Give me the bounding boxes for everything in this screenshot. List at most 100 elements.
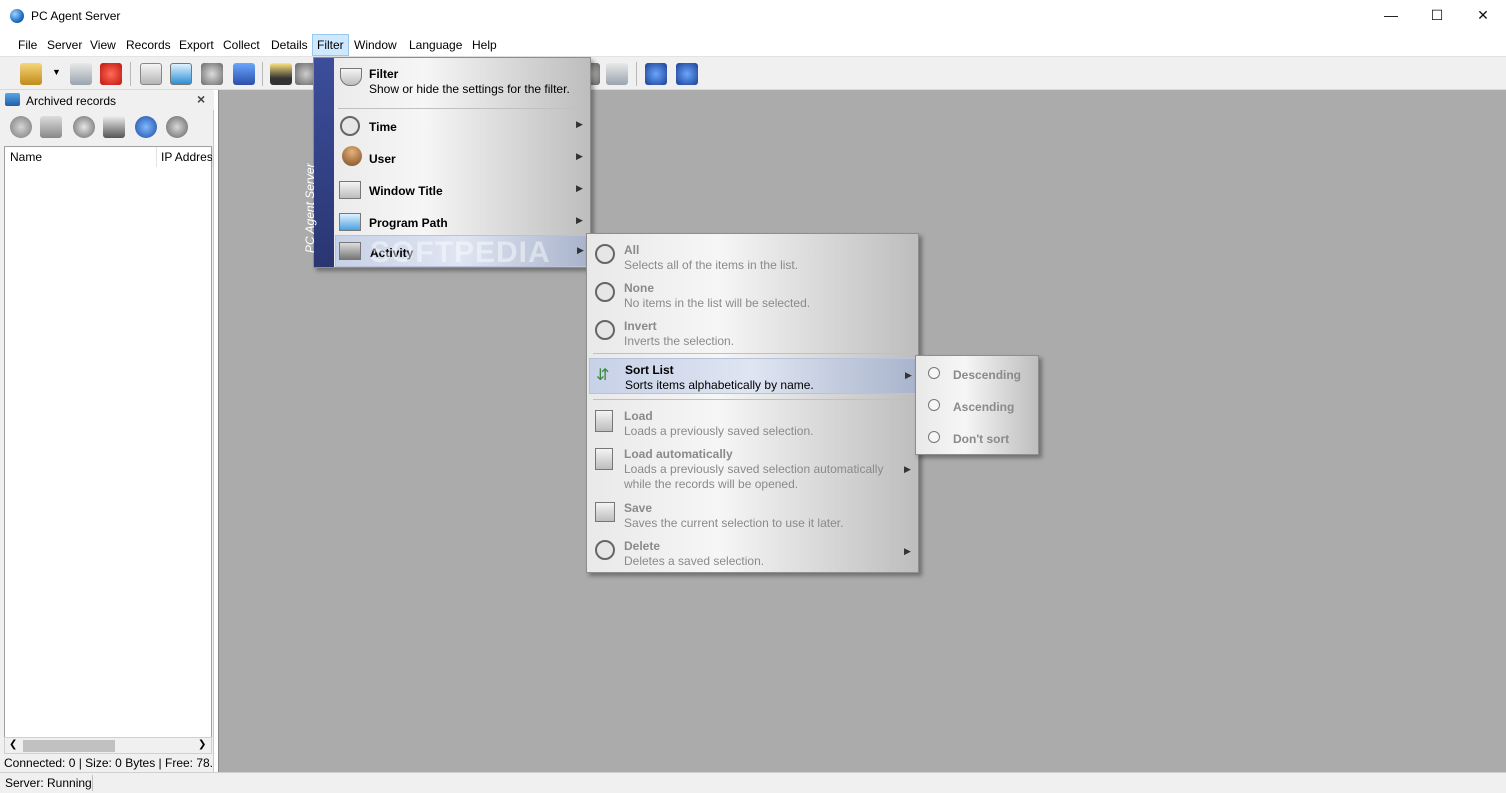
- scroll-left-icon[interactable]: ❮: [9, 739, 17, 750]
- submenu-arrow-icon: ▶: [576, 183, 583, 193]
- server-window-icon[interactable]: [70, 63, 92, 85]
- watermark: SOFTPEDIA: [370, 236, 551, 269]
- help-icon[interactable]: [645, 63, 667, 85]
- power-icon[interactable]: [100, 63, 122, 85]
- column-name[interactable]: Name: [5, 147, 157, 167]
- menu-language[interactable]: Language: [405, 34, 466, 56]
- activity-icon: [339, 242, 361, 260]
- menu-item-filter[interactable]: Filter Show or hide the settings for the…: [314, 62, 590, 100]
- submenu-arrow-icon: ▶: [576, 119, 583, 129]
- menu-item-invert[interactable]: Invert Inverts the selection.: [587, 314, 918, 350]
- none-icon: [595, 282, 615, 302]
- panel-header: Archived records ×: [0, 90, 214, 110]
- menu-server[interactable]: Server: [43, 34, 86, 56]
- menu-details[interactable]: Details: [267, 34, 312, 56]
- invert-icon: [595, 320, 615, 340]
- main-toolbar: ▼: [0, 56, 1506, 90]
- open-folder-icon[interactable]: [20, 63, 42, 85]
- app-icon: [10, 9, 24, 23]
- menu-window[interactable]: Window: [350, 34, 401, 56]
- sort-submenu: Descending Ascending Don't sort: [915, 355, 1039, 455]
- radio-ascending[interactable]: [928, 399, 940, 411]
- load-auto-icon: [595, 448, 613, 470]
- maximize-button[interactable]: ☐: [1414, 0, 1460, 30]
- activity-submenu: All Selects all of the items in the list…: [586, 233, 919, 573]
- info-icon[interactable]: [676, 63, 698, 85]
- window-icon[interactable]: [170, 63, 192, 85]
- settings-icon[interactable]: [166, 116, 188, 138]
- door-icon[interactable]: [40, 116, 62, 138]
- menu-item-descending[interactable]: Descending: [916, 360, 1038, 390]
- panel-close-icon[interactable]: ×: [197, 91, 205, 107]
- delete-icon: [595, 540, 615, 560]
- records-list[interactable]: Name IP Address: [4, 146, 213, 738]
- menu-help[interactable]: Help: [468, 34, 501, 56]
- cancel-icon[interactable]: [73, 116, 95, 138]
- edit-icon[interactable]: [233, 63, 255, 85]
- menu-separator: [593, 399, 915, 400]
- check-icon: [595, 244, 615, 264]
- gear-icon[interactable]: [201, 63, 223, 85]
- menu-item-user[interactable]: User ▶: [314, 142, 590, 174]
- status-divider: [92, 775, 93, 791]
- submenu-arrow-icon: ▶: [905, 370, 912, 380]
- menu-view[interactable]: View: [86, 34, 120, 56]
- menu-item-window-title[interactable]: Window Title ▶: [314, 174, 590, 206]
- load-icon: [595, 410, 613, 432]
- toolbar-separator: [636, 62, 637, 86]
- menu-separator: [593, 353, 915, 354]
- menu-collect[interactable]: Collect: [219, 34, 264, 56]
- funnel-icon: [340, 68, 362, 86]
- clock-icon: [340, 116, 360, 136]
- menu-item-sort-list[interactable]: ⇵ Sort List Sorts items alphabetically b…: [589, 358, 916, 394]
- program-icon: [339, 213, 361, 231]
- submenu-arrow-icon: ▶: [904, 546, 911, 556]
- window-icon: [339, 181, 361, 199]
- title-bar: PC Agent Server — ☐ ✕: [0, 0, 1506, 32]
- play-icon[interactable]: [140, 63, 162, 85]
- menu-item-ascending[interactable]: Ascending: [916, 392, 1038, 422]
- computer-icon[interactable]: [10, 116, 32, 138]
- status-bar: Server: Running: [0, 772, 1506, 793]
- menu-item-save[interactable]: Save Saves the current selection to use …: [587, 498, 918, 534]
- submenu-arrow-icon: ▶: [576, 215, 583, 225]
- radio-dont-sort[interactable]: [928, 431, 940, 443]
- menu-item-delete[interactable]: Delete Deletes a saved selection. ▶: [587, 536, 918, 572]
- menu-bar: File Server View Records Export Collect …: [0, 34, 1506, 56]
- minimize-button[interactable]: —: [1368, 0, 1414, 30]
- radio-descending[interactable]: [928, 367, 940, 379]
- submenu-arrow-icon: ▶: [904, 464, 911, 474]
- save-icon: [595, 502, 615, 522]
- window-record-icon[interactable]: [606, 63, 628, 85]
- horizontal-scrollbar[interactable]: ❮ ❯: [4, 737, 212, 754]
- menu-records[interactable]: Records: [122, 34, 175, 56]
- toolbar-separator: [130, 62, 131, 86]
- sort-icon: ⇵: [596, 367, 610, 384]
- menu-item-all[interactable]: All Selects all of the items in the list…: [587, 238, 918, 274]
- chevron-down-icon[interactable]: ▼: [52, 67, 61, 77]
- menu-item-program-path[interactable]: Program Path ▶: [314, 206, 590, 238]
- menu-file[interactable]: File: [14, 34, 41, 56]
- add-icon[interactable]: [135, 116, 157, 138]
- close-button[interactable]: ✕: [1460, 0, 1506, 30]
- panel-status: Connected: 0 | Size: 0 Bytes | Free: 78.…: [4, 756, 212, 770]
- menu-export[interactable]: Export: [175, 34, 218, 56]
- server-status: Server: Running: [5, 776, 92, 790]
- scroll-right-icon[interactable]: ❯: [198, 739, 206, 750]
- window-title: PC Agent Server: [31, 9, 121, 23]
- menu-filter[interactable]: Filter: [312, 34, 349, 56]
- records-icon: [5, 93, 20, 106]
- user-icon: [342, 146, 362, 166]
- toolbar-separator: [262, 62, 263, 86]
- menu-item-load-automatically[interactable]: Load automatically Loads a previously sa…: [587, 444, 918, 494]
- lock-icon[interactable]: [270, 63, 292, 85]
- submenu-arrow-icon: ▶: [576, 151, 583, 161]
- menu-item-dont-sort[interactable]: Don't sort: [916, 424, 1038, 454]
- menu-item-load[interactable]: Load Loads a previously saved selection.: [587, 406, 918, 442]
- column-ip-address[interactable]: IP Address: [157, 147, 213, 167]
- menu-item-time[interactable]: Time ▶: [314, 110, 590, 142]
- menu-item-none[interactable]: None No items in the list will be select…: [587, 276, 918, 312]
- panel-title: Archived records: [26, 94, 117, 108]
- scroll-thumb[interactable]: [23, 740, 115, 752]
- save-icon[interactable]: [103, 116, 125, 138]
